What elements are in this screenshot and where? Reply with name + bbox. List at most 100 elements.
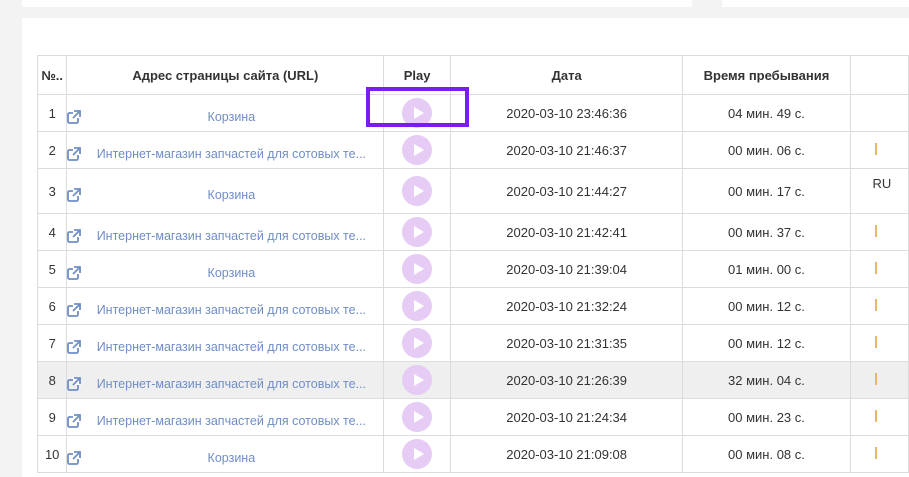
annotation-highlight-box xyxy=(366,87,469,127)
row-number: 6 xyxy=(36,287,68,325)
play-button[interactable] xyxy=(402,217,433,247)
external-link-icon[interactable] xyxy=(67,377,82,391)
play-icon xyxy=(413,263,424,275)
row-url-cell: Интернет-магазин запчастей для сотовых т… xyxy=(66,324,385,362)
page-url-link[interactable]: Корзина xyxy=(90,110,372,124)
row-duration: 00 мин. 17 с. xyxy=(682,168,851,214)
row-play-cell xyxy=(383,168,451,214)
page-url-link[interactable]: Корзина xyxy=(90,188,372,202)
external-link-icon[interactable] xyxy=(67,303,82,317)
extra-marker xyxy=(874,335,877,348)
play-button[interactable] xyxy=(402,402,433,432)
play-icon xyxy=(413,448,424,460)
table-row: 9 Интернет-магазин запчастей для сотовых … xyxy=(36,398,909,436)
table-row: 2 Интернет-магазин запчастей для сотовых … xyxy=(36,131,909,169)
row-duration: 00 мин. 12 с. xyxy=(682,324,851,362)
row-extra-cell: RU xyxy=(849,168,909,214)
row-number: 8 xyxy=(36,361,68,399)
row-extra-cell xyxy=(849,94,909,132)
row-extra-cell xyxy=(849,213,909,251)
external-link-icon[interactable] xyxy=(67,188,82,202)
row-date: 2020-03-10 23:46:36 xyxy=(449,94,684,132)
row-play-cell xyxy=(383,435,451,473)
play-icon xyxy=(413,337,424,349)
row-extra-cell xyxy=(849,324,909,362)
page-url-link[interactable]: Интернет-магазин запчастей для сотовых т… xyxy=(90,303,372,317)
external-link-icon[interactable] xyxy=(67,147,82,161)
play-icon xyxy=(413,226,424,238)
page-url-link[interactable]: Интернет-магазин запчастей для сотовых т… xyxy=(90,414,372,428)
table-row: 5 Корзина 2020-03-10 21:39:04 01 мин. 00 с. xyxy=(36,250,909,288)
row-extra-cell xyxy=(849,131,909,169)
extra-marker xyxy=(874,409,877,422)
column-header-url[interactable]: Адрес страницы сайта (URL) xyxy=(66,55,385,95)
row-number: 3 xyxy=(36,168,68,214)
row-date: 2020-03-10 21:44:27 xyxy=(449,168,684,214)
row-date: 2020-03-10 21:26:39 xyxy=(449,361,684,399)
external-link-icon[interactable] xyxy=(67,266,82,280)
extra-marker xyxy=(874,261,877,274)
extra-marker xyxy=(874,298,877,311)
row-date: 2020-03-10 21:09:08 xyxy=(449,435,684,473)
row-play-cell xyxy=(383,250,451,288)
row-play-cell xyxy=(383,361,451,399)
external-link-icon[interactable] xyxy=(67,110,82,124)
row-duration: 00 мин. 23 с. xyxy=(682,398,851,436)
row-play-cell xyxy=(383,131,451,169)
row-extra-cell xyxy=(849,250,909,288)
table-header-row: №.. Адрес страницы сайта (URL) Play Дата… xyxy=(36,55,909,95)
top-panel-left xyxy=(22,0,692,7)
row-date: 2020-03-10 21:42:41 xyxy=(449,213,684,251)
page-url-link[interactable]: Интернет-магазин запчастей для сотовых т… xyxy=(90,377,372,391)
row-url-cell: Корзина xyxy=(66,250,385,288)
play-icon xyxy=(413,300,424,312)
row-extra-cell xyxy=(849,398,909,436)
page-url-link[interactable]: Корзина xyxy=(90,266,372,280)
play-button[interactable] xyxy=(402,176,433,206)
play-button[interactable] xyxy=(402,254,433,284)
column-header-extra xyxy=(849,55,909,95)
page-views-table: №.. Адрес страницы сайта (URL) Play Дата… xyxy=(36,55,909,473)
play-icon xyxy=(413,374,424,386)
row-url-cell: Корзина xyxy=(66,435,385,473)
row-number: 4 xyxy=(36,213,68,251)
row-play-cell xyxy=(383,213,451,251)
row-date: 2020-03-10 21:46:37 xyxy=(449,131,684,169)
play-button[interactable] xyxy=(402,291,433,321)
external-link-icon[interactable] xyxy=(67,414,82,428)
row-play-cell xyxy=(383,287,451,325)
row-url-cell: Корзина xyxy=(66,168,385,214)
external-link-icon[interactable] xyxy=(67,451,82,465)
page-url-link[interactable]: Интернет-магазин запчастей для сотовых т… xyxy=(90,147,372,161)
play-button[interactable] xyxy=(402,439,433,469)
extra-marker xyxy=(874,372,877,385)
row-url-cell: Интернет-магазин запчастей для сотовых т… xyxy=(66,131,385,169)
row-date: 2020-03-10 21:32:24 xyxy=(449,287,684,325)
page-url-link[interactable]: Корзина xyxy=(90,451,372,465)
play-button[interactable] xyxy=(402,135,433,165)
play-button[interactable] xyxy=(402,328,433,358)
external-link-icon[interactable] xyxy=(67,229,82,243)
column-header-duration[interactable]: Время пребывания xyxy=(682,55,851,95)
page-url-link[interactable]: Интернет-магазин запчастей для сотовых т… xyxy=(90,340,372,354)
row-number: 9 xyxy=(36,398,68,436)
external-link-icon[interactable] xyxy=(67,340,82,354)
row-duration: 00 мин. 06 с. xyxy=(682,131,851,169)
row-url-cell: Интернет-магазин запчастей для сотовых т… xyxy=(66,361,385,399)
page-url-link[interactable]: Интернет-магазин запчастей для сотовых т… xyxy=(90,229,372,243)
row-duration: 01 мин. 00 с. xyxy=(682,250,851,288)
top-panel-right xyxy=(722,0,909,7)
play-button[interactable] xyxy=(402,365,433,395)
row-date: 2020-03-10 21:39:04 xyxy=(449,250,684,288)
column-header-number[interactable]: №.. xyxy=(36,55,68,95)
play-icon xyxy=(413,144,424,156)
row-number: 5 xyxy=(36,250,68,288)
extra-marker xyxy=(874,446,877,459)
country-code: RU xyxy=(872,175,892,191)
row-play-cell xyxy=(383,398,451,436)
extra-marker xyxy=(874,224,877,237)
column-header-date[interactable]: Дата xyxy=(449,55,684,95)
table-row: 7 Интернет-магазин запчастей для сотовых … xyxy=(36,324,909,362)
table-row: 1 Корзина 2020-03-10 23:46:36 04 мин. 49 с. xyxy=(36,94,909,132)
play-icon xyxy=(413,411,424,423)
